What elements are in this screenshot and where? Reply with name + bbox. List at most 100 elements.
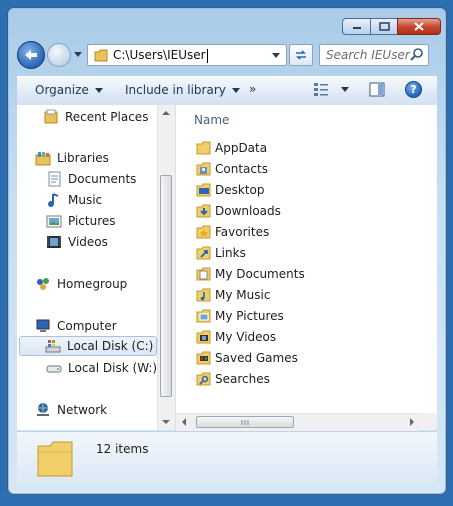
scrollbar-thumb[interactable] <box>160 175 172 397</box>
system-drive-icon <box>45 338 61 354</box>
file-name: Links <box>215 245 246 260</box>
file-name: Favorites <box>215 224 270 239</box>
nav-item-label: Network <box>57 403 108 417</box>
refresh-button[interactable] <box>289 44 313 66</box>
list-item[interactable]: Desktop <box>196 179 265 200</box>
nav-item-label: Local Disk (C:) <box>67 339 154 353</box>
nav-item-libraries[interactable]: Libraries <box>35 148 109 168</box>
minimize-button[interactable] <box>342 18 370 35</box>
list-item[interactable]: My Documents <box>196 263 305 284</box>
list-item[interactable]: Searches <box>196 368 270 389</box>
preview-pane-button[interactable] <box>369 82 385 100</box>
list-item[interactable]: Links <box>196 242 246 263</box>
nav-pane-scrollbar[interactable] <box>157 105 175 430</box>
file-name: My Pictures <box>215 308 284 323</box>
item-count: 12 items <box>96 442 149 456</box>
links-folder-icon <box>196 245 212 261</box>
list-item[interactable]: Contacts <box>196 158 268 179</box>
desktop-folder-icon <box>196 182 212 198</box>
nav-item-music[interactable]: Music <box>46 190 102 210</box>
forward-button[interactable] <box>47 43 71 67</box>
more-commands-button[interactable]: » <box>249 82 256 96</box>
folder-icon <box>196 140 212 156</box>
documents-icon <box>46 171 62 187</box>
refresh-icon <box>296 50 306 60</box>
nav-item-computer[interactable]: Computer <box>35 316 117 336</box>
search-icon[interactable] <box>410 48 424 62</box>
scrollbar-thumb[interactable] <box>196 416 294 428</box>
scroll-up-icon[interactable] <box>162 111 170 115</box>
search-placeholder: Search IEUser <box>326 48 410 62</box>
favorites-folder-icon <box>196 224 212 240</box>
list-item[interactable]: Saved Games <box>196 347 298 368</box>
nav-item-label: Recent Places <box>65 110 149 124</box>
caption-buttons <box>342 18 441 35</box>
list-item[interactable]: My Pictures <box>196 305 284 326</box>
view-details-icon <box>314 83 328 96</box>
file-list-horizontal-scrollbar[interactable] <box>176 413 420 431</box>
chevron-down-icon[interactable] <box>341 86 349 92</box>
list-item[interactable]: My Videos <box>196 326 276 347</box>
searches-folder-icon <box>196 371 212 387</box>
nav-item-pictures[interactable]: Pictures <box>46 211 116 231</box>
navigation-bar: C:\Users\IEUser Search IEUser <box>17 40 441 72</box>
close-button[interactable] <box>397 18 441 35</box>
close-icon <box>414 22 424 31</box>
list-item[interactable]: Downloads <box>196 200 281 221</box>
search-box[interactable]: Search IEUser <box>319 44 429 66</box>
scroll-left-icon[interactable] <box>182 418 186 426</box>
file-name: Searches <box>215 371 270 386</box>
address-text: C:\Users\IEUser <box>113 48 206 62</box>
homegroup-icon <box>35 276 51 292</box>
address-dropdown[interactable] <box>272 53 280 58</box>
nav-item-local-disk-w[interactable]: Local Disk (W:) <box>46 358 157 378</box>
organize-label: Organize <box>35 83 89 97</box>
scrollbar-corner <box>420 413 437 430</box>
recent-pages-dropdown[interactable] <box>74 52 82 57</box>
nav-item-label: Music <box>68 193 103 207</box>
downloads-folder-icon <box>196 203 212 219</box>
pictures-icon <box>46 213 62 229</box>
include-in-library-label: Include in library <box>125 83 226 97</box>
music-folder-icon <box>196 287 212 303</box>
nav-item-label: Homegroup <box>57 277 128 291</box>
preview-pane-icon <box>369 82 385 97</box>
include-in-library-button[interactable]: Include in library <box>125 83 240 97</box>
folder-icon <box>94 49 108 62</box>
nav-item-documents[interactable]: Documents <box>46 169 136 189</box>
maximize-icon <box>378 22 390 31</box>
file-list-pane: Name AppData Contacts Desktop Downloads … <box>176 105 437 430</box>
drive-icon <box>46 360 62 376</box>
nav-item-network[interactable]: Network <box>35 400 107 420</box>
nav-item-homegroup[interactable]: Homegroup <box>35 274 127 294</box>
scroll-down-icon[interactable] <box>162 420 170 424</box>
list-item[interactable]: AppData <box>196 137 267 158</box>
file-name: My Documents <box>215 266 305 281</box>
nav-item-local-disk-c[interactable]: Local Disk (C:) <box>19 336 157 356</box>
column-header-name[interactable]: Name <box>194 113 229 127</box>
nav-item-label: Videos <box>68 235 108 249</box>
nav-item-recent-places[interactable]: Recent Places <box>43 107 148 127</box>
address-bar[interactable]: C:\Users\IEUser <box>87 44 287 66</box>
back-arrow-icon <box>25 50 37 60</box>
contacts-folder-icon <box>196 161 212 177</box>
organize-button[interactable]: Organize <box>35 83 103 97</box>
scroll-right-icon[interactable] <box>410 418 414 426</box>
navigation-pane: Recent Places Libraries Documents Music … <box>17 105 176 430</box>
file-name: Desktop <box>215 182 265 197</box>
libraries-icon <box>35 150 51 166</box>
help-button[interactable]: ? <box>405 81 422 98</box>
maximize-button[interactable] <box>370 18 397 35</box>
change-view-button[interactable] <box>313 82 349 96</box>
file-name: Saved Games <box>215 350 298 365</box>
list-item[interactable]: My Music <box>196 284 270 305</box>
nav-item-videos[interactable]: Videos <box>46 232 108 252</box>
file-name: My Music <box>215 287 271 302</box>
list-item[interactable]: Favorites <box>196 221 269 242</box>
music-icon <box>46 192 62 208</box>
file-name: My Videos <box>215 329 277 344</box>
nav-item-label: Documents <box>68 172 137 186</box>
nav-item-label: Local Disk (W:) <box>68 361 158 375</box>
back-button[interactable] <box>17 41 45 69</box>
details-pane: 12 items <box>17 431 437 486</box>
